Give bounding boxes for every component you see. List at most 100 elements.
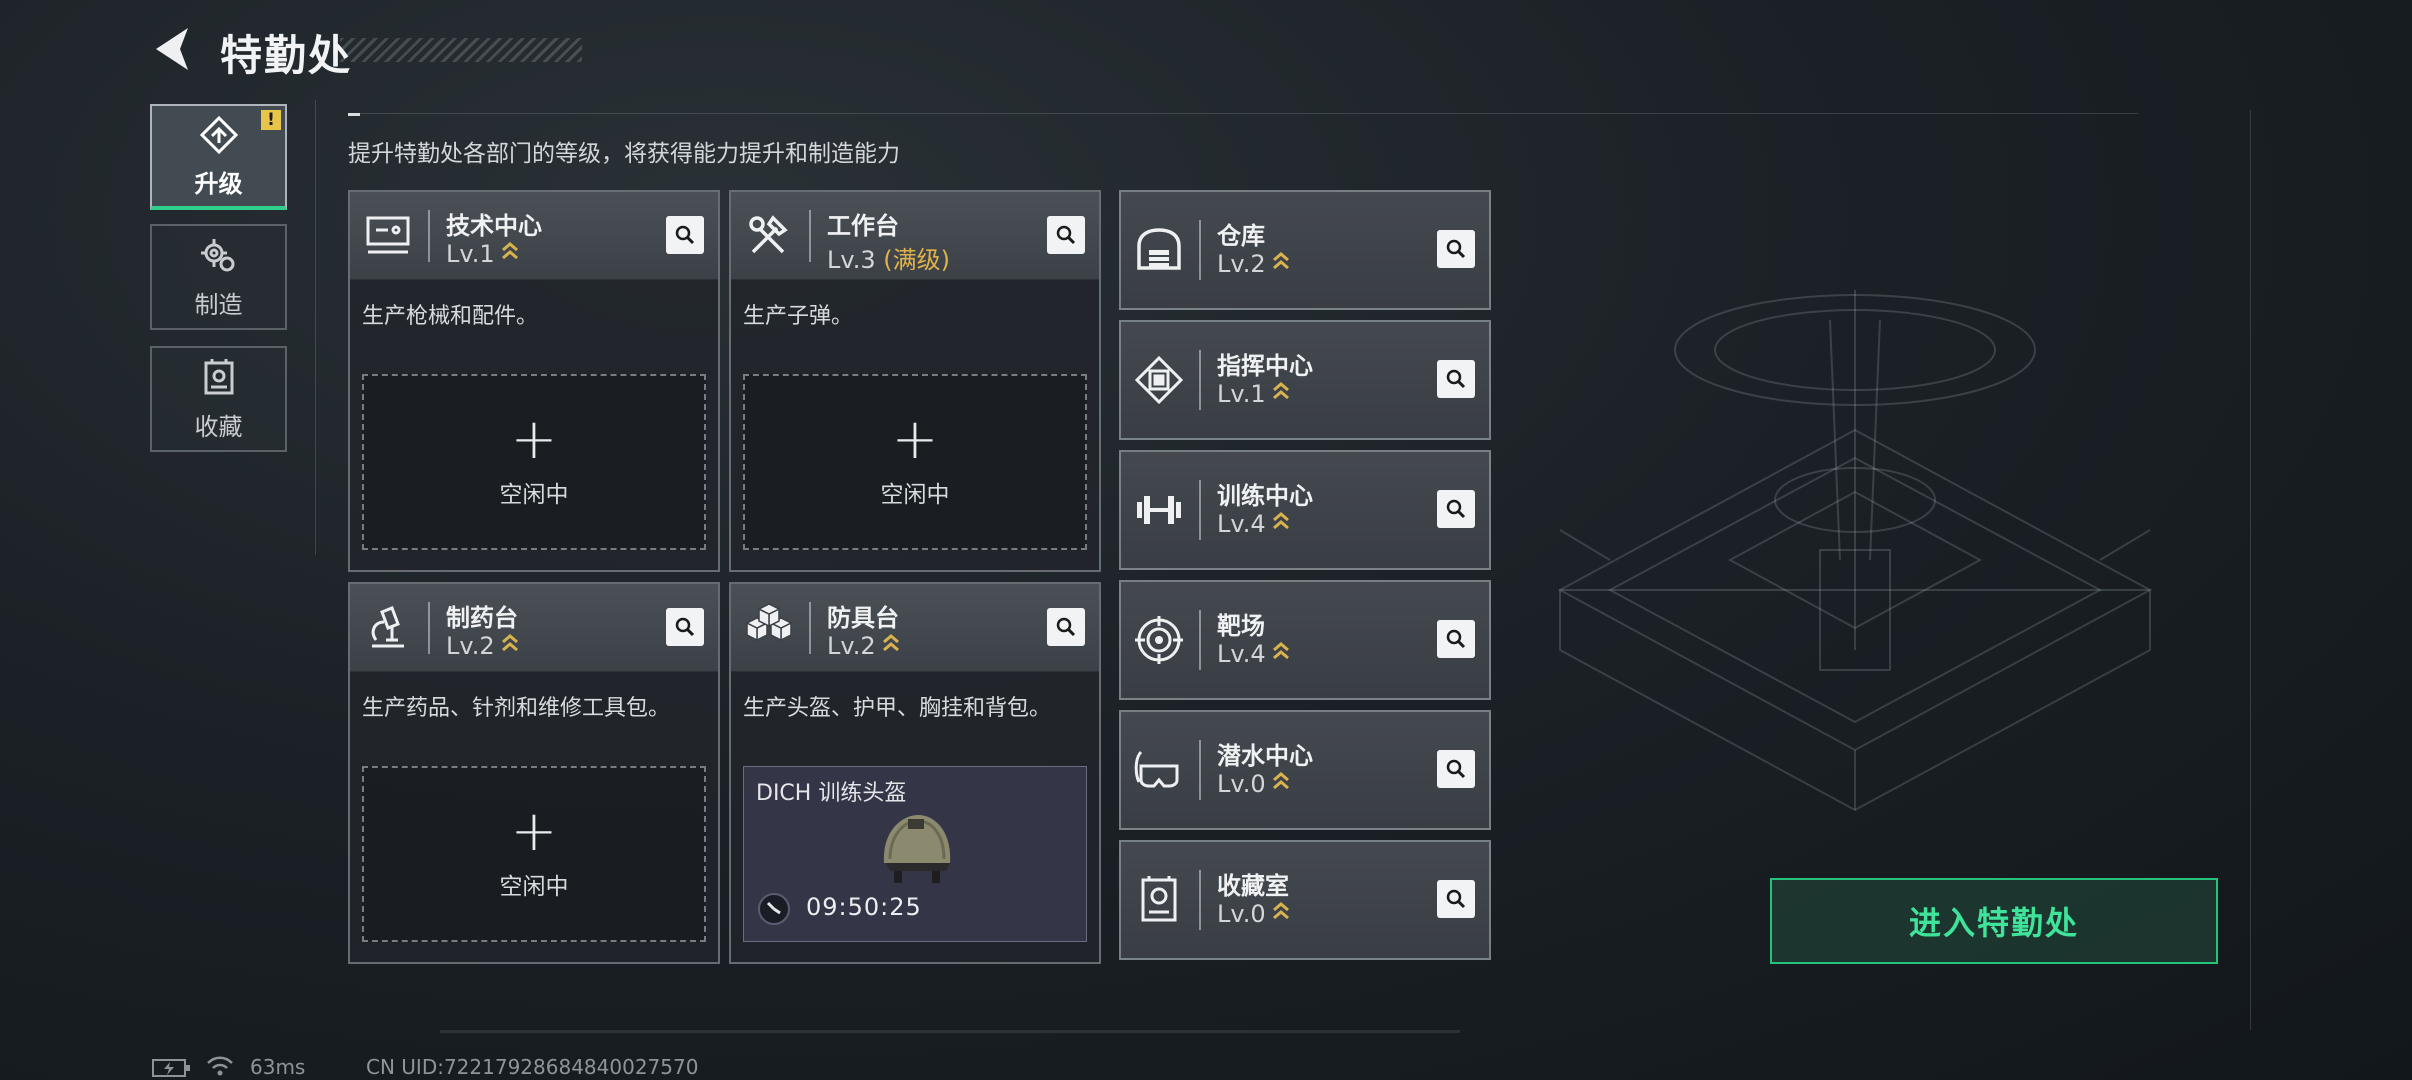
search-button[interactable]: [1437, 360, 1475, 398]
facility-name: 收藏室: [1217, 872, 1289, 900]
upgrade-chevron-icon: [1272, 382, 1289, 400]
helmet-image: [883, 815, 951, 883]
cubes-icon: [745, 603, 793, 642]
facility-collection-room[interactable]: 收藏室 Lv.0: [1119, 840, 1491, 960]
idle-slot[interactable]: + 空闲中: [743, 374, 1087, 550]
card-level: Lv.1: [446, 240, 519, 268]
upgrade-chevron-icon: [1272, 772, 1289, 790]
facility-warehouse[interactable]: 仓库 Lv.2: [1119, 190, 1491, 310]
microscope-icon: [371, 606, 404, 648]
card-header: 制药台 Lv.2: [350, 584, 718, 672]
search-button[interactable]: [666, 608, 704, 646]
enter-special-ops-button[interactable]: 进入特勤处: [1770, 878, 2218, 964]
upgrade-chevron-icon: [882, 634, 899, 652]
card-pharmacy[interactable]: 制药台 Lv.2 生产药品、针剂和维修工具包。 + 空闲中: [348, 582, 720, 964]
search-icon: [675, 617, 695, 637]
card-title: 防具台: [827, 604, 899, 632]
wifi-icon: [207, 1056, 233, 1076]
divider-line: [348, 113, 2138, 114]
plus-icon: +: [891, 407, 939, 472]
search-button[interactable]: [666, 216, 704, 254]
back-button[interactable]: [150, 24, 194, 74]
facility-level: Lv.1: [1217, 380, 1290, 408]
dumbbell-icon: [1137, 496, 1181, 524]
collection-icon: [204, 358, 233, 394]
uid-readout: CN UID:72217928684840027570: [366, 1055, 699, 1079]
card-tech-center[interactable]: 技术中心 Lv.1 生产枪械和配件。 + 空闲中: [348, 190, 720, 572]
card-header: 技术中心 Lv.1: [350, 192, 718, 280]
divider-mark: [348, 113, 360, 116]
separator: [1199, 610, 1201, 670]
bottom-bar: [440, 1030, 1460, 1033]
search-icon: [1056, 225, 1076, 245]
production-slot[interactable]: DICH 训练头盔 09:50:25: [743, 766, 1087, 942]
upgrade-chevron-icon: [501, 242, 518, 260]
idle-slot[interactable]: + 空闲中: [362, 766, 706, 942]
separator: [428, 602, 430, 654]
facility-illustration: [1557, 290, 2153, 812]
max-level-tag: (满级): [883, 246, 950, 274]
facility-name: 仓库: [1217, 222, 1265, 250]
divider-line: [315, 100, 316, 555]
separator: [1199, 870, 1201, 930]
card-description: 生产头盔、护甲、胸挂和背包。: [743, 696, 1052, 721]
card-description: 生产药品、针剂和维修工具包。: [362, 696, 671, 721]
nav-label: 制造: [194, 290, 243, 319]
facility-training-center[interactable]: 训练中心 Lv.4: [1119, 450, 1491, 570]
facility-level: Lv.0: [1217, 900, 1290, 928]
facility-name: 指挥中心: [1217, 352, 1313, 380]
search-icon: [1056, 617, 1076, 637]
back-arrow-icon: [156, 28, 188, 70]
facility-name: 训练中心: [1217, 482, 1313, 510]
separator: [1199, 740, 1201, 800]
separator: [428, 210, 430, 262]
nav-collection[interactable]: 收藏: [150, 346, 287, 452]
page-subtitle: 提升特勤处各部门的等级，将获得能力提升和制造能力: [348, 141, 900, 167]
timer-icon: [758, 893, 790, 925]
search-button[interactable]: [1437, 750, 1475, 788]
separator: [1199, 480, 1201, 540]
facility-level: Lv.4: [1217, 510, 1290, 538]
separator: [1199, 220, 1201, 280]
title-decoration: [340, 38, 582, 62]
ping-readout: 63ms: [250, 1055, 306, 1079]
plus-icon: +: [510, 799, 558, 864]
card-armor-bench[interactable]: 防具台 Lv.2 生产头盔、护甲、胸挂和背包。 DICH 训练头盔 09:50:…: [729, 582, 1101, 964]
search-button[interactable]: [1437, 880, 1475, 918]
divider-line: [2250, 110, 2251, 1030]
search-button[interactable]: [1437, 490, 1475, 528]
page-title: 特勤处: [220, 31, 353, 80]
nav-craft[interactable]: 制造: [150, 224, 287, 330]
collection-case-icon: [1141, 876, 1177, 922]
separator: [809, 602, 811, 654]
facility-level: Lv.0: [1217, 770, 1290, 798]
card-header: 防具台 Lv.2: [731, 584, 1099, 672]
facility-command-center[interactable]: 指挥中心 Lv.1: [1119, 320, 1491, 440]
production-item-name: DICH 训练头盔: [756, 781, 907, 806]
upgrade-chevron-icon: [1272, 512, 1289, 530]
facility-diving-center[interactable]: 潜水中心 Lv.0: [1119, 710, 1491, 830]
upgrade-icon: [199, 115, 238, 154]
card-level: Lv.2: [446, 632, 519, 660]
search-button[interactable]: [1047, 608, 1085, 646]
search-button[interactable]: [1437, 620, 1475, 658]
battery-icon: [152, 1059, 190, 1077]
target-icon: [1135, 616, 1183, 664]
facility-name: 潜水中心: [1217, 742, 1313, 770]
alert-badge: !: [261, 110, 281, 130]
monitor-icon: [366, 216, 410, 254]
search-button[interactable]: [1047, 216, 1085, 254]
nav-upgrade[interactable]: ! 升级: [150, 104, 287, 210]
search-button[interactable]: [1437, 230, 1475, 268]
facility-level: Lv.2: [1217, 250, 1290, 278]
separator: [1199, 350, 1201, 410]
card-level: Lv.2: [827, 632, 900, 660]
facility-shooting-range[interactable]: 靶场 Lv.4: [1119, 580, 1491, 700]
idle-label: 空闲中: [880, 482, 950, 508]
upgrade-chevron-icon: [1272, 642, 1289, 660]
warehouse-icon: [1137, 228, 1181, 270]
idle-slot[interactable]: + 空闲中: [362, 374, 706, 550]
production-timer: 09:50:25: [806, 893, 922, 921]
card-workbench[interactable]: 工作台 Lv.3 (满级) 生产子弹。 + 空闲中: [729, 190, 1101, 572]
nav-label: 收藏: [194, 412, 243, 441]
